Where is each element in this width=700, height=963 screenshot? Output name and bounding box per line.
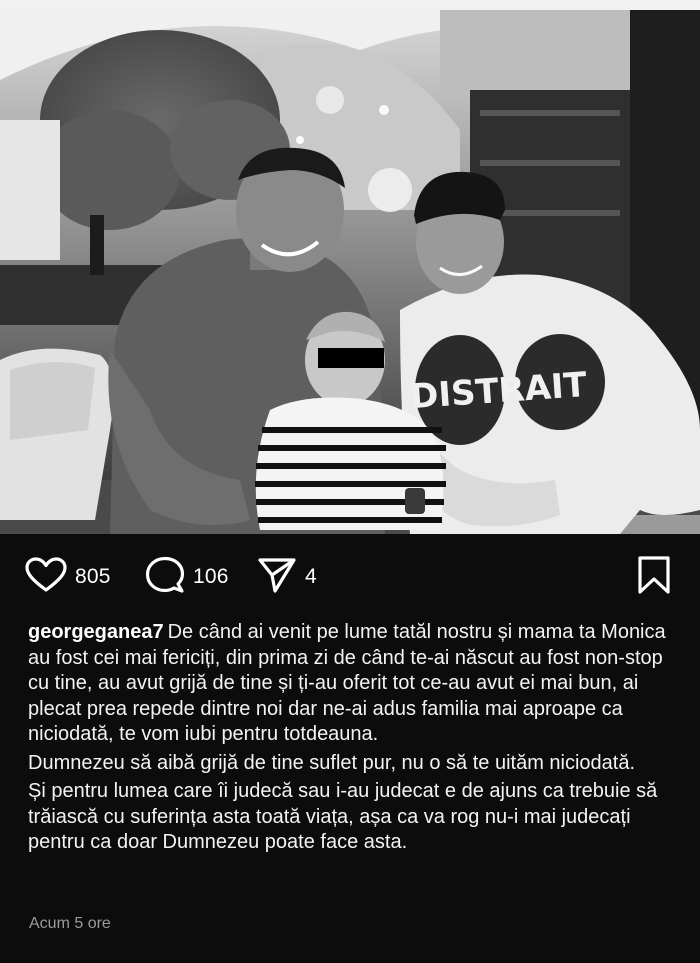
post-caption: georgeganea7 De când ai venit pe lume tat… <box>28 620 678 859</box>
top-strip <box>0 0 700 10</box>
caption-paragraph-3: Și pentru lumea care îi judecă sau i-au … <box>28 780 658 853</box>
username-link[interactable]: georgeganea7 <box>28 621 164 643</box>
face-censor-bar <box>318 348 384 368</box>
post-actions-bar: 805 106 4 <box>0 548 700 608</box>
share-count: 4 <box>305 565 317 588</box>
heart-icon <box>25 556 67 598</box>
instagram-post-screen: DISTRAIT 805 106 4 georgeganea7 De când … <box>0 0 700 963</box>
like-count: 805 <box>75 565 111 588</box>
bookmark-icon <box>636 555 672 600</box>
post-photo[interactable]: DISTRAIT <box>0 10 700 534</box>
comment-bubble-icon <box>145 556 185 599</box>
paper-plane-icon <box>257 556 297 599</box>
post-photo-illustration: DISTRAIT <box>0 10 700 534</box>
caption-paragraph-2: Dumnezeu să aibă grijă de tine suflet pu… <box>28 751 636 774</box>
comment-count: 106 <box>193 565 229 588</box>
like-button[interactable]: 805 <box>25 556 111 598</box>
caption-paragraph-1: georgeganea7 De când ai venit pe lume tat… <box>28 620 678 748</box>
comment-button[interactable]: 106 <box>145 556 229 599</box>
share-button[interactable]: 4 <box>257 556 317 599</box>
save-button[interactable] <box>636 555 672 596</box>
post-timestamp: Acum 5 ore <box>29 915 111 932</box>
